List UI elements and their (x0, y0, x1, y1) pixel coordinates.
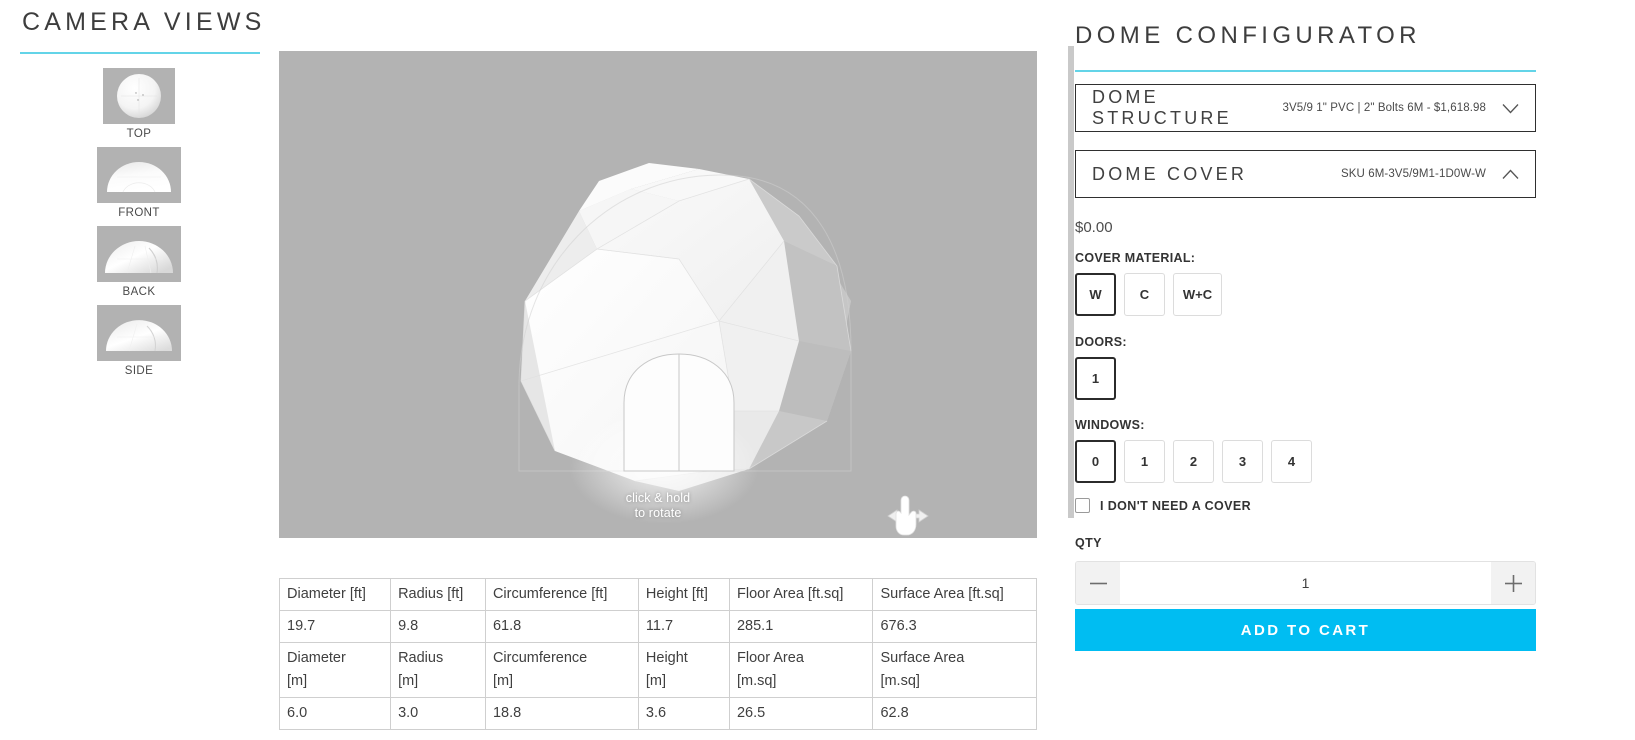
cover-material-options: W C W+C (1075, 273, 1222, 316)
chevron-down-icon[interactable] (1502, 103, 1519, 114)
accordion-summary: SKU 6M-3V5/9M1-1D0W-W (1340, 168, 1486, 180)
doors-label: DOORS: (1075, 335, 1127, 349)
table-header-cell: Diameter [m] (278, 642, 392, 698)
table-header-cell: Radius [ft] (390, 578, 486, 611)
table-cell: 18.8 (484, 697, 639, 730)
windows-option-1[interactable]: 1 (1124, 440, 1165, 483)
dome-top-view-thumbnail[interactable] (103, 68, 175, 124)
camera-views-title: CAMERA VIEWS (22, 8, 266, 36)
dome-3d-viewport[interactable]: click & hold to rotate (279, 51, 1037, 538)
windows-option-2[interactable]: 2 (1173, 440, 1214, 483)
accordion-label: DOME STRUCTURE (1092, 87, 1232, 128)
table-cell: 6.0 (278, 697, 392, 730)
plus-icon[interactable] (1491, 562, 1535, 604)
table-cell: 9.8 (390, 610, 486, 643)
table-header-cell: Surface Area [ft.sq] (872, 578, 1037, 611)
chevron-up-icon[interactable] (1502, 169, 1519, 180)
dome-back-view-thumbnail[interactable] (97, 226, 181, 282)
no-cover-checkbox-row[interactable]: I DON'T NEED A COVER (1075, 498, 1251, 513)
table-row-imperial-values: 19.7 9.8 61.8 11.7 285.1 676.3 (278, 610, 1037, 643)
configurator-title: DOME CONFIGURATOR (1075, 22, 1421, 49)
camera-view-label: SIDE (124, 365, 154, 377)
doors-option-1[interactable]: 1 (1075, 357, 1116, 400)
camera-views-panel: CAMERA VIEWS TOP FRONT BACK SIDE (0, 0, 278, 740)
table-cell: 11.7 (637, 610, 730, 643)
table-cell: 19.7 (278, 610, 392, 643)
table-header-cell: Radius [m] (390, 642, 486, 698)
accordion-dome-cover[interactable]: DOME COVER SKU 6M-3V5/9M1-1D0W-W (1075, 150, 1536, 198)
table-cell: 676.3 (872, 610, 1037, 643)
dome-specs-table: Diameter [ft] Radius [ft] Circumference … (278, 578, 1037, 730)
add-to-cart-button[interactable]: ADD TO CART (1075, 609, 1536, 651)
table-row-metric-values: 6.0 3.0 18.8 3.6 26.5 62.8 (278, 697, 1037, 730)
dome-3d-model (279, 51, 1037, 538)
camera-view-front[interactable]: FRONT (0, 147, 278, 226)
camera-view-top[interactable]: TOP (0, 68, 278, 147)
dome-front-view-thumbnail[interactable] (97, 147, 181, 203)
doors-options: 1 (1075, 357, 1116, 400)
table-header-cell: Surface Area [m.sq] (872, 642, 1037, 698)
camera-views-list: TOP FRONT BACK SIDE (0, 68, 278, 384)
windows-label: WINDOWS: (1075, 418, 1145, 432)
dome-door (623, 353, 735, 472)
configurator-divider (1075, 70, 1536, 72)
table-header-cell: Height [ft] (637, 578, 730, 611)
table-row-metric-headers: Diameter [m] Radius [m] Circumference [m… (278, 642, 1037, 698)
windows-option-4[interactable]: 4 (1271, 440, 1312, 483)
camera-view-label: TOP (126, 128, 152, 140)
table-header-cell: Height [m] (637, 642, 730, 698)
no-cover-checkbox[interactable] (1075, 498, 1090, 513)
table-header-cell: Circumference [ft] (484, 578, 639, 611)
camera-view-label: BACK (122, 286, 156, 298)
windows-options: 0 1 2 3 4 (1075, 440, 1312, 483)
windows-option-3[interactable]: 3 (1222, 440, 1263, 483)
qty-stepper: 1 (1075, 561, 1536, 605)
camera-view-label: FRONT (118, 207, 160, 219)
table-header-cell: Floor Area [m.sq] (728, 642, 874, 698)
table-cell: 3.6 (637, 697, 730, 730)
camera-view-side[interactable]: SIDE (0, 305, 278, 384)
camera-view-back[interactable]: BACK (0, 226, 278, 305)
cover-material-option-w[interactable]: W (1075, 273, 1116, 316)
accordion-summary: 3V5/9 1" PVC | 2" Bolts 6M - $1,618.98 (1282, 102, 1486, 114)
qty-label: QTY (1075, 536, 1102, 550)
table-cell: 61.8 (484, 610, 639, 643)
qty-value[interactable]: 1 (1120, 562, 1491, 604)
cover-material-option-wc[interactable]: W+C (1173, 273, 1222, 316)
table-row-imperial-headers: Diameter [ft] Radius [ft] Circumference … (278, 578, 1037, 611)
table-header-cell: Diameter [ft] (278, 578, 392, 611)
dome-configurator-page: CAMERA VIEWS TOP FRONT BACK SIDE click &… (0, 0, 1635, 740)
camera-views-divider (20, 52, 260, 54)
dome-configurator-panel: DOME CONFIGURATOR DOME STRUCTURE 3V5/9 1… (1074, 0, 1536, 740)
no-cover-label: I DON'T NEED A COVER (1100, 498, 1252, 513)
table-cell: 3.0 (390, 697, 486, 730)
table-header-cell: Floor Area [ft.sq] (728, 578, 874, 611)
table-cell: 26.5 (728, 697, 874, 730)
accordion-dome-structure[interactable]: DOME STRUCTURE 3V5/9 1" PVC | 2" Bolts 6… (1075, 84, 1536, 132)
table-cell: 62.8 (872, 697, 1037, 730)
table-cell: 285.1 (728, 610, 874, 643)
dome-side-view-thumbnail[interactable] (97, 305, 181, 361)
cover-material-option-c[interactable]: C (1124, 273, 1165, 316)
windows-option-0[interactable]: 0 (1075, 440, 1116, 483)
cover-price: $0.00 (1075, 219, 1113, 236)
minus-icon[interactable] (1076, 562, 1120, 604)
accordion-label: DOME COVER (1092, 163, 1248, 184)
cover-material-label: COVER MATERIAL: (1075, 251, 1196, 265)
table-header-cell: Circumference [m] (484, 642, 639, 698)
